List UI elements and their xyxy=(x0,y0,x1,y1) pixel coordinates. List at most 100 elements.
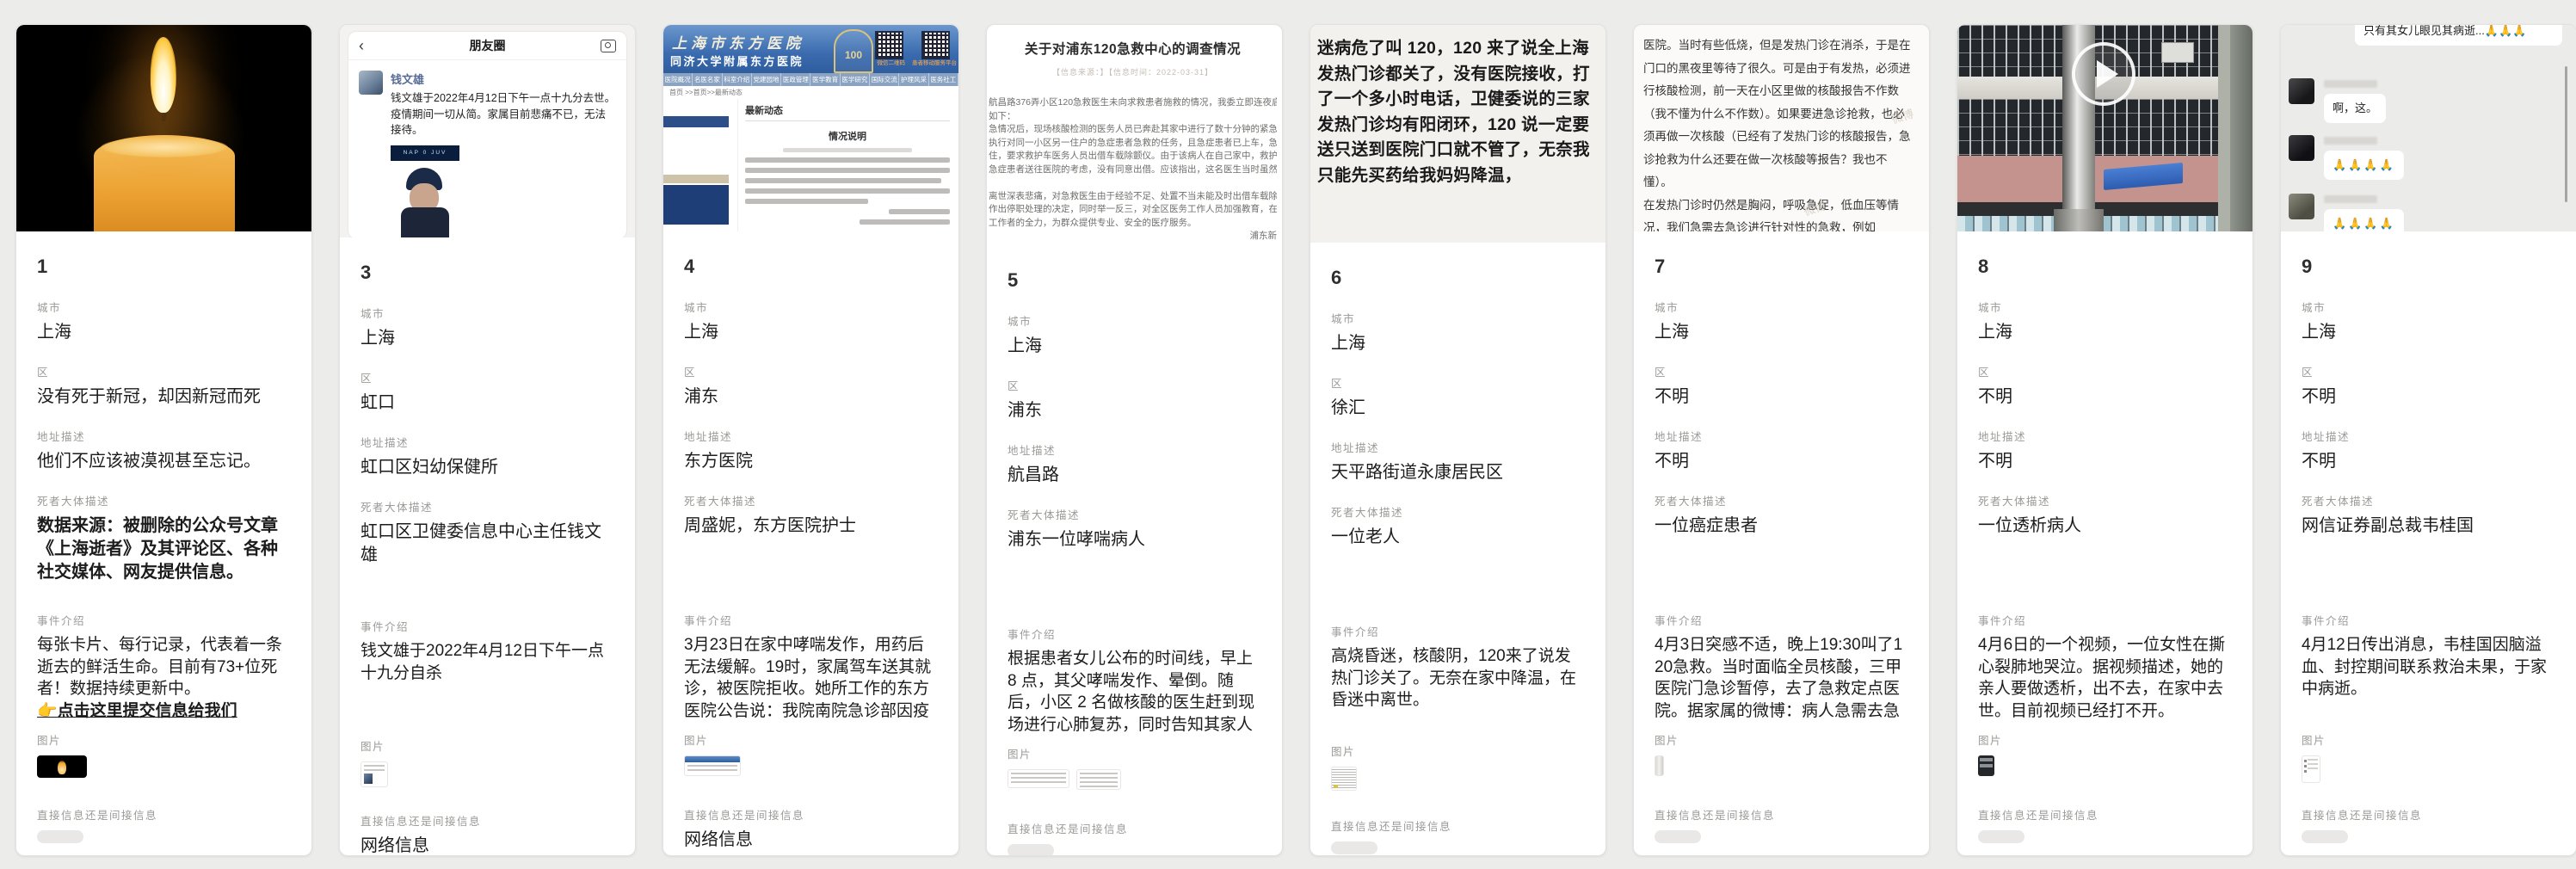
field-address-value: 不明 xyxy=(2302,450,2555,473)
blurred-text-line xyxy=(860,219,950,225)
field-city-value: 上海 xyxy=(361,327,614,350)
site-section-title: 最新动态 xyxy=(745,103,950,121)
qr-caption: 患者移动服务平台 xyxy=(912,58,957,66)
field-district-value: 浦东 xyxy=(1008,399,1261,422)
scarf-shape xyxy=(401,207,449,238)
nav-item: 医务社工 xyxy=(929,73,958,86)
field-images-label: 图片 xyxy=(1008,748,1261,761)
field-event-value: 高烧昏迷，核酸阴，120来了说发热门诊关了。无奈在家中降温，在昏迷中离世。 xyxy=(1331,645,1585,735)
nav-item: 科室介绍 xyxy=(723,73,752,86)
blurred-username xyxy=(2324,80,2377,88)
field-district-value: 不明 xyxy=(2302,385,2555,409)
card-cover-chat-screenshot: 只有其女儿眼见其病逝...🙏🙏🙏 啊，这。 🙏🙏🙏🙏 🙏🙏🙏🙏 xyxy=(2281,25,2576,231)
document-text-line xyxy=(989,176,1277,190)
field-district-value: 没有死于新冠，却因新冠而死 xyxy=(37,385,291,409)
submit-info-link[interactable]: 👉点击这里提交信息给我们 xyxy=(37,700,291,723)
record-card-3[interactable]: ‹ 朋友圈 钱文雄 钱文雄于2022年4月12日下午一点十九分去世。疫情期间一切… xyxy=(339,24,636,856)
card-cover-hospital-website-screenshot: 上海市东方医院 同济大学附属东方医院 100 微信二维码 患者移动服务平台 医院… xyxy=(663,25,958,231)
field-district-value: 徐汇 xyxy=(1331,397,1585,420)
field-event-value: 3月23日在家中哮喘发作，用药后无法缓解。19时，家属驾车送其就诊，被医院拒收。… xyxy=(684,634,938,724)
nav-item: 护理风采 xyxy=(899,73,928,86)
back-chevron-icon: ‹ xyxy=(359,38,364,53)
moments-header-title: 朋友圈 xyxy=(470,37,506,54)
blurred-text-line xyxy=(745,199,868,204)
empty-select-pill xyxy=(1008,844,1054,856)
field-district-label: 区 xyxy=(37,366,291,379)
blurred-text-line xyxy=(745,178,941,183)
card-number: 4 xyxy=(684,254,938,280)
blurred-text-line xyxy=(745,157,950,163)
document-text-line: 急情况后，现场核酸检测的医务人员已奔赴其家中进行了数十分钟的紧急抢救， xyxy=(989,123,1277,137)
field-deceased-label: 死者大体描述 xyxy=(1978,495,2232,508)
qr-code-icon xyxy=(921,31,950,59)
field-direct-label: 直接信息还是间接信息 xyxy=(1655,809,1908,823)
attachment-thumbnail xyxy=(684,755,741,776)
hospital-site-subname: 同济大学附属东方医院 xyxy=(670,52,804,69)
field-images-label: 图片 xyxy=(1978,734,2232,748)
field-district-label: 区 xyxy=(1978,366,2232,379)
scrollbar[interactable] xyxy=(2565,66,2567,202)
field-deceased-value: 周盛妮，东方医院护士 xyxy=(684,515,938,597)
record-card-7[interactable]: 医院。当时有些低烧，但是发热门诊在消杀，于是在门口的黑夜里等待了很久。可是由于有… xyxy=(1633,24,1930,856)
card-number: 9 xyxy=(2302,254,2555,280)
anniversary-emblem: 100 xyxy=(834,29,873,73)
empty-select-pill xyxy=(1331,841,1377,854)
qr-caption: 微信二维码 xyxy=(878,58,906,66)
record-card-4[interactable]: 上海市东方医院 同济大学附属东方医院 100 微信二维码 患者移动服务平台 医院… xyxy=(662,24,959,856)
field-event-label: 事件介绍 xyxy=(1331,626,1585,639)
field-address-label: 地址描述 xyxy=(37,430,291,444)
attachment-thumbnail xyxy=(37,755,87,778)
avatar xyxy=(2289,135,2314,161)
card-cover-document-screenshot: 关于对浦东120急救中心的调查情况 【信息来源：】【信息时间：2022-03-3… xyxy=(987,25,1282,245)
field-district-label: 区 xyxy=(2302,366,2555,379)
record-card-9[interactable]: 只有其女儿眼见其病逝...🙏🙏🙏 啊，这。 🙏🙏🙏🙏 🙏🙏🙏🙏 9 城市 上海 … xyxy=(2280,24,2576,856)
field-direct-label: 直接信息还是间接信息 xyxy=(1331,820,1585,834)
hospital-site-name: 上海市东方医院 xyxy=(672,31,804,52)
field-event-value: 钱文雄于2022年4月12日下午一点十九分自杀 xyxy=(361,640,614,730)
field-city-value: 上海 xyxy=(2302,321,2555,344)
card-number: 5 xyxy=(1008,268,1261,293)
field-district-label: 区 xyxy=(1331,377,1585,391)
document-title: 关于对浦东120急救中心的调查情况 xyxy=(989,39,1277,58)
field-deceased-value: 网信证券副总裁韦桂国 xyxy=(2302,515,2555,597)
field-event-value: 根据患者女儿公布的时间线，早上 8 点，其父哮喘发作、晕倒。随后，小区 2 名做… xyxy=(1008,648,1261,737)
field-city-label: 城市 xyxy=(1655,301,1908,315)
record-card-1[interactable]: 1 城市 上海 区 没有死于新冠，却因新冠而死 地址描述 他们不应该被漠视甚至忘… xyxy=(15,24,312,856)
breadcrumb: 首页 >>首页>>最新动态 xyxy=(663,86,958,99)
field-city-label: 城市 xyxy=(2302,301,2555,315)
card-cover-text-screenshot: 医院。当时有些低烧，但是发热门诊在消杀，于是在门口的黑夜里等待了很久。可是由于有… xyxy=(1634,25,1929,231)
field-deceased-label: 死者大体描述 xyxy=(1331,506,1585,520)
card-gallery: 1 城市 上海 区 没有死于新冠，却因新冠而死 地址描述 他们不应该被漠视甚至忘… xyxy=(15,24,2576,856)
moments-post-author: 钱文雄 xyxy=(391,71,616,87)
nav-item: 国际交流 xyxy=(870,73,899,86)
camera-icon xyxy=(601,40,616,52)
chat-bubble: 🙏🙏🙏🙏 xyxy=(2324,209,2404,231)
field-address-value: 航昌路 xyxy=(1008,464,1261,487)
moments-post-text: 钱文雄于2022年4月12日下午一点十九分去世。疫情期间一切从简。家属目前悲痛不… xyxy=(391,90,616,139)
card-number: 1 xyxy=(37,254,291,280)
record-card-8[interactable]: 8 城市 上海 区 不明 地址描述 不明 死者大体描述 一位透析病人 事件介绍 … xyxy=(1957,24,2253,856)
field-images-label: 图片 xyxy=(37,734,291,748)
field-event-label: 事件介绍 xyxy=(1655,614,1908,628)
record-card-6[interactable]: 迷病危了叫 120，120 来了说全上海发热门诊都关了，没有医院接收，打了一个多… xyxy=(1310,24,1606,856)
field-address-label: 地址描述 xyxy=(361,436,614,450)
field-city-value: 上海 xyxy=(1978,321,2232,344)
field-direct-label: 直接信息还是间接信息 xyxy=(1008,823,1261,836)
field-city-label: 城市 xyxy=(684,301,938,315)
field-images-label: 图片 xyxy=(1331,745,1585,759)
field-district-label: 区 xyxy=(684,366,938,379)
field-address-value: 东方医院 xyxy=(684,450,938,473)
nav-item: 党建园地 xyxy=(752,73,781,86)
field-city-value: 上海 xyxy=(684,321,938,344)
qr-code-icon xyxy=(875,31,903,59)
field-deceased-value: 一位癌症患者 xyxy=(1655,515,1908,597)
field-event-value: 每张卡片、每行记录，代表着一条逝去的鲜活生命。目前有73+位死者！数据持续更新中… xyxy=(37,636,282,698)
site-article-title: 情况说明 xyxy=(745,129,950,143)
card-number: 8 xyxy=(1978,254,2232,280)
field-direct-label: 直接信息还是间接信息 xyxy=(361,815,614,829)
candle-flame xyxy=(150,37,176,113)
field-deceased-value: 浦东一位哮喘病人 xyxy=(1008,528,1261,611)
record-card-5[interactable]: 关于对浦东120急救中心的调查情况 【信息来源：】【信息时间：2022-03-3… xyxy=(986,24,1283,856)
document-text-line: 航昌路376弄小区120急救医生未向求救患者施救的情况，我委立即连夜启动 xyxy=(989,96,1277,110)
field-deceased-value: 一位透析病人 xyxy=(1978,515,2232,597)
